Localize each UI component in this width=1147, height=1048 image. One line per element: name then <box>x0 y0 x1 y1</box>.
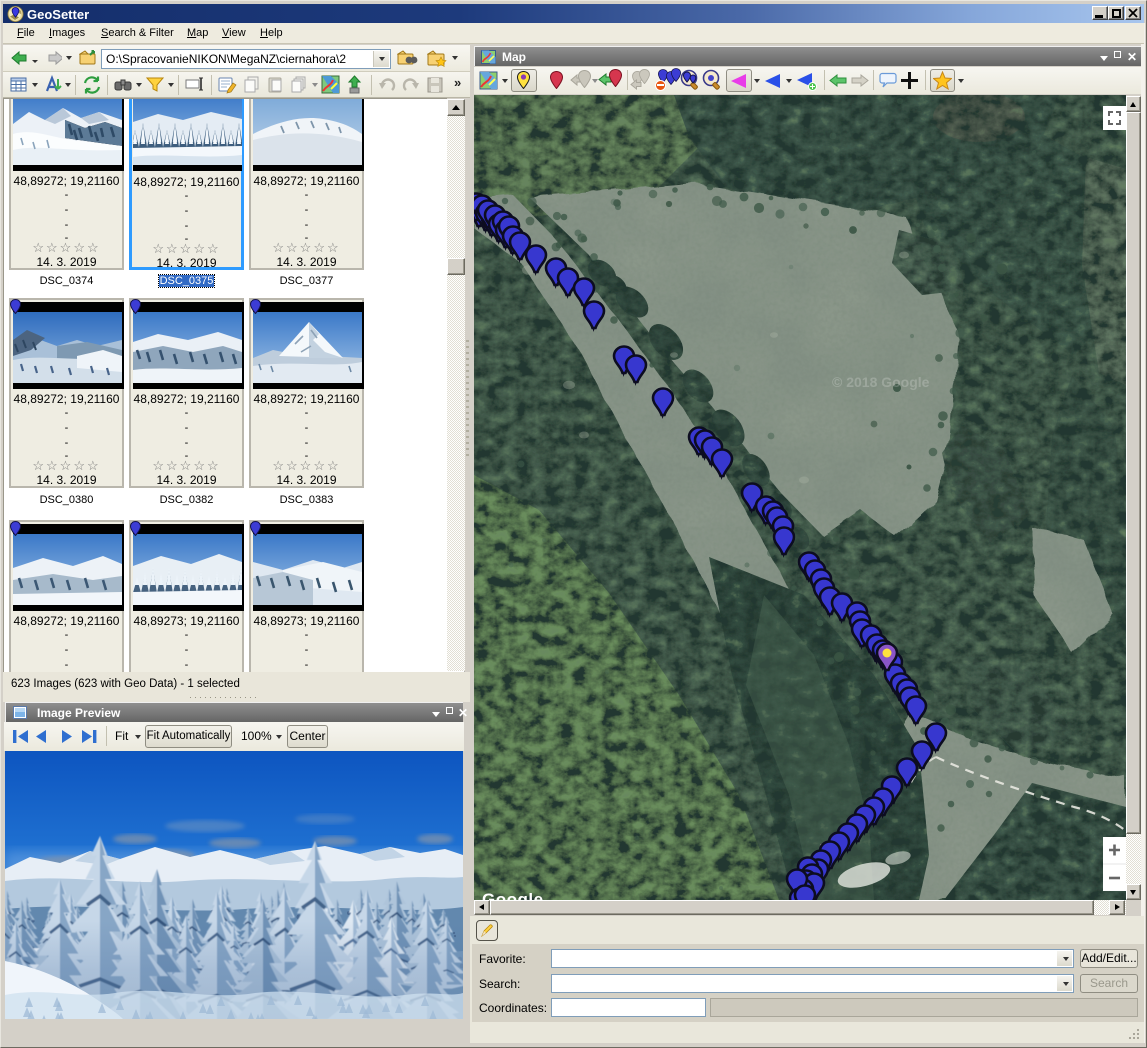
svg-text:© 2018 Google: © 2018 Google <box>832 374 930 390</box>
svg-text:Google: Google <box>482 890 544 900</box>
